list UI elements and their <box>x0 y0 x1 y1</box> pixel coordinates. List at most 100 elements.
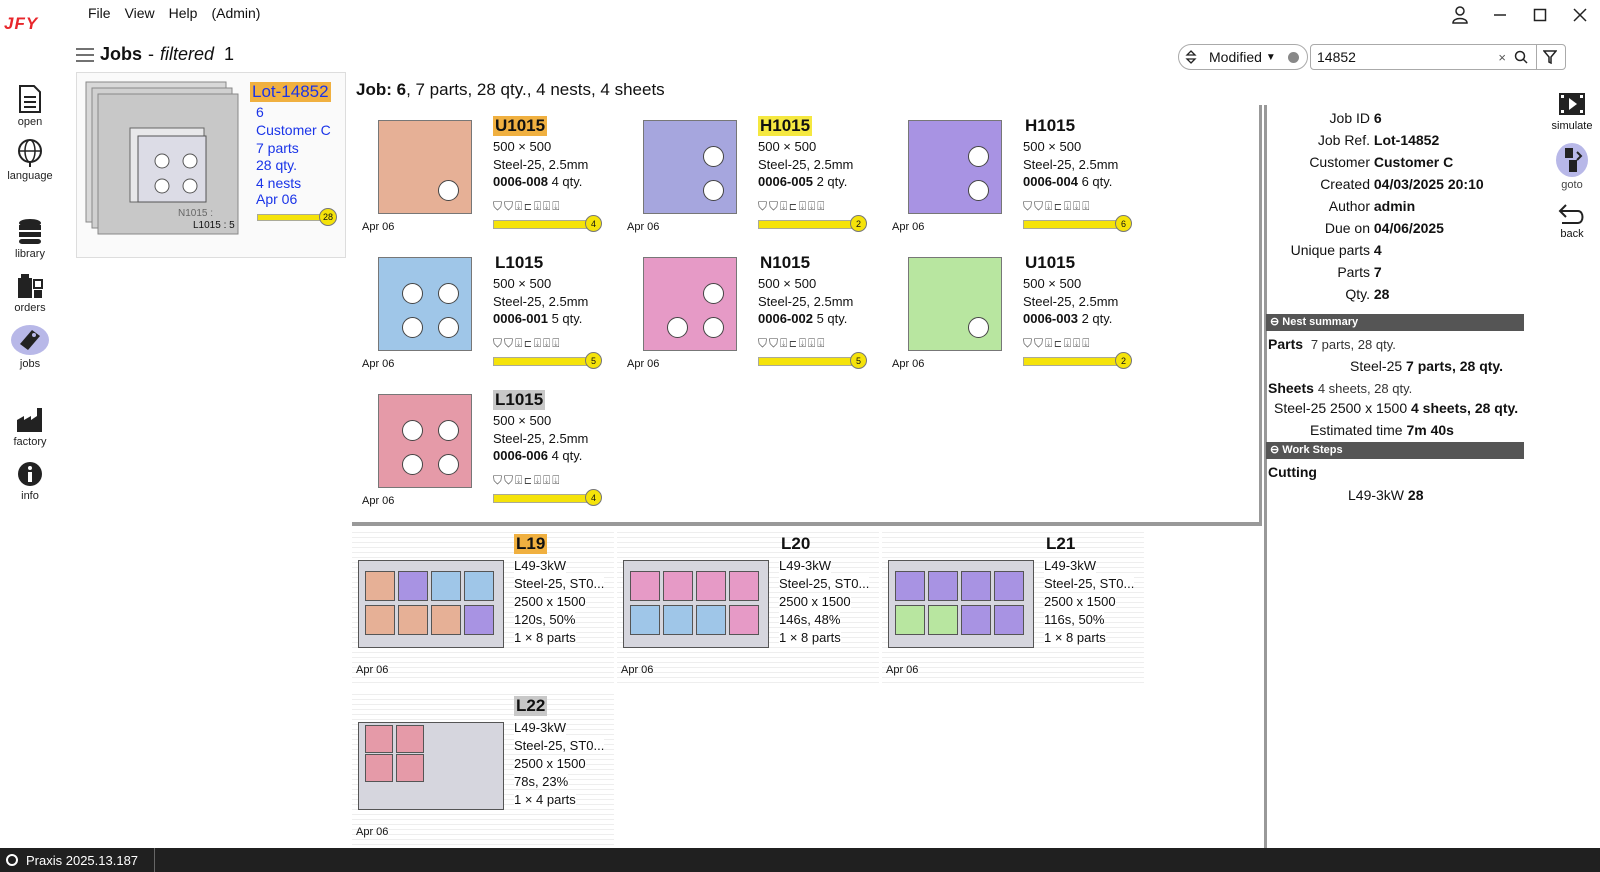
nest-card[interactable]: L19 L49-3kW Steel-25, ST0... 2500 x 1500 120… <box>352 528 614 684</box>
part-name[interactable]: L1015 <box>493 253 545 273</box>
part-name[interactable]: L1015 <box>493 390 546 410</box>
work-steps-header[interactable]: ⊖ Work Steps <box>1266 442 1524 459</box>
nest-part <box>696 571 726 601</box>
detail-label: Job Ref. <box>1317 132 1370 148</box>
nest-part <box>365 725 393 753</box>
clear-sort-icon[interactable] <box>1287 51 1299 63</box>
nest-name[interactable]: L22 <box>514 696 548 716</box>
clear-search-icon[interactable]: × <box>1498 50 1506 65</box>
menu-bar: File View Help (Admin) <box>88 5 260 21</box>
close-icon[interactable] <box>1560 0 1600 30</box>
sidebar-item-orders[interactable]: orders <box>0 272 60 314</box>
part-process-icons: ⛉⛉⍗⊏⍗⍗⍗ <box>1023 199 1092 213</box>
part-code-qty: 0006-001 5 qty. <box>493 311 582 326</box>
nest-machine: L49-3kW <box>514 558 567 573</box>
part-card[interactable]: Apr 06 L1015 500 × 500 Steel-25, 2.5mm 0006-… <box>352 379 632 509</box>
parts-grid: Apr 06 U1015 500 × 500 Steel-25, 2.5mm 0006-… <box>352 105 1262 525</box>
back-button[interactable]: back <box>1546 202 1598 240</box>
info-icon <box>18 462 42 486</box>
hamburger-icon[interactable] <box>76 47 94 63</box>
sidebar-item-jobs[interactable]: jobs <box>0 324 60 370</box>
sort-select[interactable]: Modified ▼ <box>1178 44 1308 70</box>
globe-icon <box>18 139 42 167</box>
nest-part <box>729 571 759 601</box>
part-card[interactable]: Apr 06 H1015 500 × 500 Steel-25, 2.5mm 0006-… <box>617 105 897 235</box>
sort-direction-icon[interactable] <box>1185 50 1197 64</box>
filter-label: filtered <box>160 44 215 64</box>
part-name[interactable]: N1015 <box>758 253 812 273</box>
nest-sheet-preview <box>888 560 1034 648</box>
part-card[interactable]: Apr 06 U1015 500 × 500 Steel-25, 2.5mm 0006-… <box>882 242 1162 372</box>
part-card[interactable]: Apr 06 U1015 500 × 500 Steel-25, 2.5mm 0006-… <box>352 105 632 235</box>
nest-card[interactable]: L20 L49-3kW Steel-25, ST0... 2500 x 1500 146… <box>617 528 879 684</box>
part-thumbnail <box>908 120 1002 214</box>
user-icon[interactable] <box>1440 0 1480 30</box>
goto-label: goto <box>1561 179 1583 191</box>
detail-row: Job ID 6 <box>1268 110 1382 126</box>
maximize-icon[interactable] <box>1520 0 1560 30</box>
goto-button[interactable]: goto <box>1546 142 1598 191</box>
nest-sheet-preview <box>623 560 769 648</box>
sidebar-item-language[interactable]: language <box>0 138 60 182</box>
nest-count: 1 × 8 parts <box>514 630 576 645</box>
nest-name[interactable]: L19 <box>514 534 548 554</box>
nest-part <box>630 605 660 635</box>
nest-date: Apr 06 <box>356 664 389 676</box>
lot-job-id: 6 <box>256 104 264 120</box>
minimize-icon[interactable] <box>1480 0 1520 30</box>
nest-name[interactable]: L21 <box>1044 534 1077 554</box>
nest-part <box>464 571 494 601</box>
nest-part <box>398 571 428 601</box>
part-hole <box>703 317 724 338</box>
document-icon <box>19 85 41 113</box>
job-card[interactable]: N1015 : L1015 : 5 Lot-14852 6 Customer C… <box>82 78 344 244</box>
nest-card[interactable]: L21 L49-3kW Steel-25, ST0... 2500 x 1500 116… <box>882 528 1144 684</box>
splitter[interactable] <box>352 522 1262 526</box>
detail-row: Created 04/03/2025 20:10 <box>1268 176 1483 192</box>
sidebar-item-library[interactable]: library <box>0 218 60 260</box>
part-badge: 4 <box>585 489 602 506</box>
menu-view[interactable]: View <box>125 5 155 21</box>
sidebar-item-info[interactable]: info <box>0 460 60 502</box>
nest-name[interactable]: L20 <box>779 534 812 554</box>
sidebar-label-open: open <box>17 116 43 128</box>
part-card[interactable]: Apr 06 L1015 500 × 500 Steel-25, 2.5mm 0006-… <box>352 242 632 372</box>
part-name[interactable]: H1015 <box>1023 116 1077 136</box>
part-name[interactable]: U1015 <box>1023 253 1077 273</box>
part-name[interactable]: U1015 <box>493 116 548 136</box>
part-process-icons: ⛉⛉⍗⊏⍗⍗⍗ <box>493 199 562 213</box>
part-process-icons: ⛉⛉⍗⊏⍗⍗⍗ <box>493 473 562 487</box>
nest-summary-header[interactable]: ⊖ Nest summary <box>1266 314 1524 331</box>
search-icon[interactable] <box>1514 50 1528 64</box>
lot-name[interactable]: Lot-14852 <box>250 82 331 102</box>
menu-help[interactable]: Help <box>169 5 198 21</box>
detail-value: Lot-14852 <box>1373 132 1440 148</box>
nest-card[interactable]: L22 L49-3kW Steel-25, ST0... 2500 x 1500 78s… <box>352 690 614 846</box>
nest-date: Apr 06 <box>886 664 919 676</box>
part-card[interactable]: Apr 06 H1015 500 × 500 Steel-25, 2.5mm 0006-… <box>882 105 1162 235</box>
part-name[interactable]: H1015 <box>758 116 813 136</box>
nest-count: 1 × 8 parts <box>1044 630 1106 645</box>
part-qty: 5 qty. <box>551 311 583 326</box>
summary-sheet-spec-name: Steel-25 2500 x 1500 <box>1274 400 1408 416</box>
lot-thumbnail <box>85 81 239 235</box>
simulate-button[interactable]: simulate <box>1546 90 1598 132</box>
nest-time: 78s, 23% <box>514 774 569 789</box>
nest-time: 116s, 50% <box>1044 612 1105 627</box>
filter-icon[interactable] <box>1543 50 1557 64</box>
summary-sheet-spec: Steel-25 2500 x 1500 4 sheets, 28 qty. <box>1274 400 1518 416</box>
nest-count: 1 × 8 parts <box>779 630 841 645</box>
part-date: Apr 06 <box>362 495 395 507</box>
sidebar-item-factory[interactable]: factory <box>0 406 60 448</box>
menu-file[interactable]: File <box>88 5 111 21</box>
menu-admin[interactable]: (Admin) <box>211 5 260 21</box>
work-step-machine: L49-3kW 28 <box>1348 487 1424 503</box>
app-logo: JFY <box>4 14 39 33</box>
search-input[interactable]: 14852 <box>1317 49 1498 65</box>
part-material: Steel-25, 2.5mm <box>493 431 589 446</box>
simulate-label: simulate <box>1551 120 1593 132</box>
part-card[interactable]: Apr 06 N1015 500 × 500 Steel-25, 2.5mm 0006-… <box>617 242 897 372</box>
sidebar-item-open[interactable]: open <box>0 84 60 128</box>
part-hole <box>402 317 423 338</box>
part-code: 0006-004 <box>1023 174 1078 189</box>
